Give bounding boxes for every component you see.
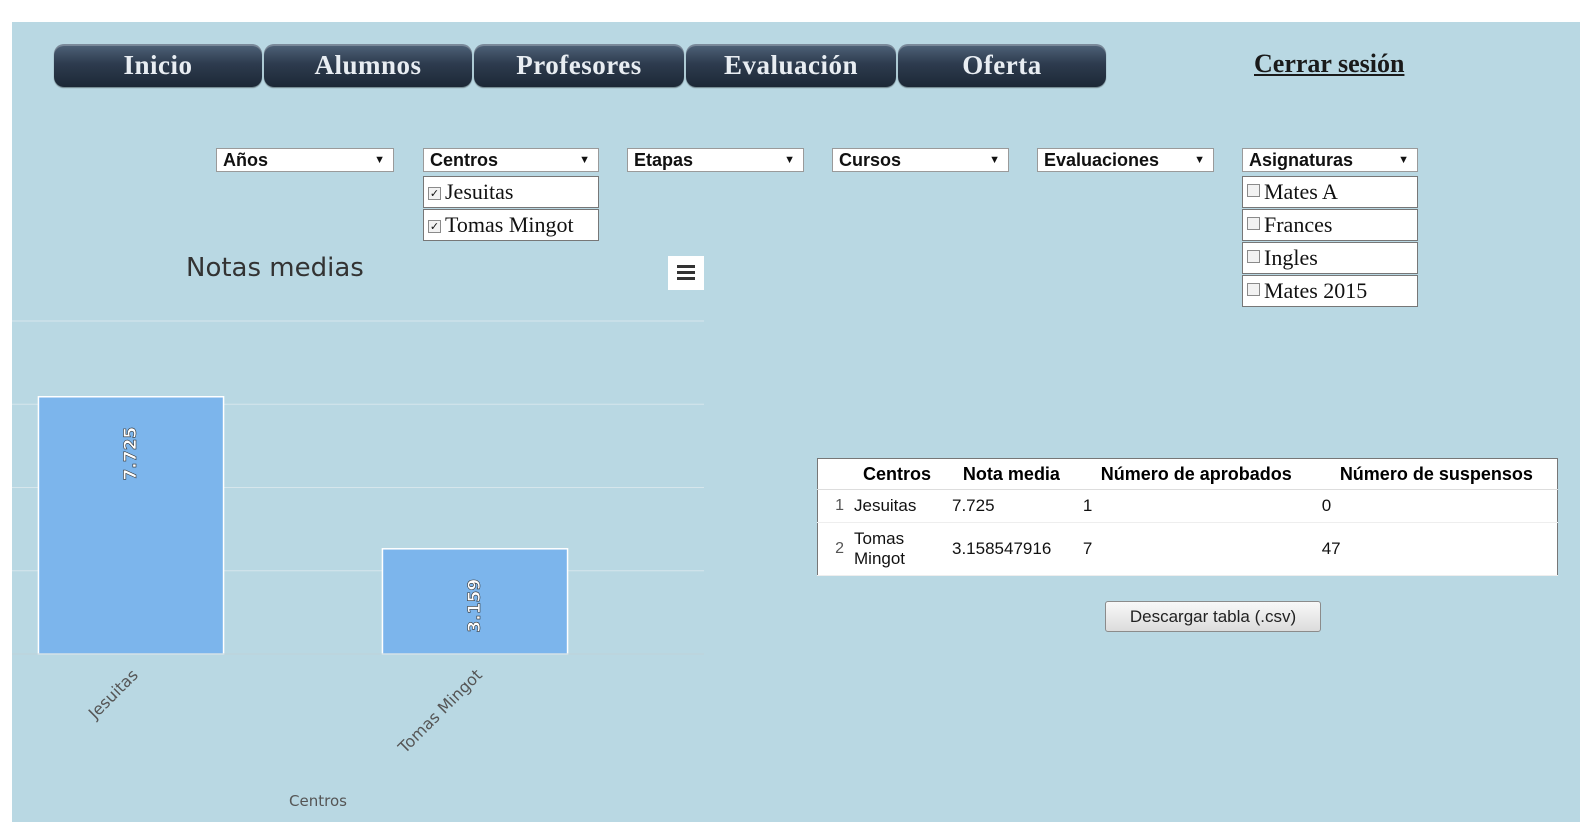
x-tick-label: Jesuitas [84,665,142,723]
checkbox-unchecked[interactable] [1247,217,1260,230]
download-csv-button[interactable]: Descargar tabla (.csv) [1105,601,1321,632]
table-header-row: Centros Nota media Número de aprobados N… [817,458,1558,490]
results-table: Centros Nota media Número de aprobados N… [817,458,1558,576]
cell-nota: 3.158547916 [946,522,1077,576]
checkbox-unchecked[interactable] [1247,283,1260,296]
asignaturas-select-label: Asignaturas [1249,150,1354,170]
evaluaciones-select[interactable]: Evaluaciones ▼ [1037,148,1214,172]
table-header-index [817,458,848,490]
asignaturas-option-mates-a[interactable]: Mates A [1242,176,1418,208]
option-label: Ingles [1264,245,1318,270]
bar-chart: 7.725 Jesuitas 3.159 Tomas Mingot Centros [12,320,704,810]
cursos-select-label: Cursos [839,150,902,170]
data-label: 3.159 [465,579,485,633]
cell-suspensos: 0 [1315,489,1558,523]
nav-evaluacion-label: Evaluación [723,50,859,80]
asignaturas-option-ingles[interactable]: Ingles [1242,242,1418,274]
option-label: Frances [1264,212,1333,237]
nav-oferta-label: Oferta [962,50,1042,80]
checkbox-unchecked[interactable] [1247,184,1260,197]
table-row[interactable]: 2 Tomas Mingot 3.158547916 7 47 [817,522,1558,576]
x-axis-title: Centros [289,792,347,810]
cursos-select[interactable]: Cursos ▼ [832,148,1009,172]
table-header-suspensos[interactable]: Número de suspensos [1315,458,1558,490]
row-index: 2 [817,522,848,576]
asignaturas-option-frances[interactable]: Frances [1242,209,1418,241]
cell-suspensos: 47 [1315,522,1558,576]
table-header-aprobados[interactable]: Número de aprobados [1076,458,1316,490]
cell-centro: Tomas Mingot [848,522,946,576]
dropdown-arrow-icon: ▼ [989,154,1000,166]
checkbox-unchecked[interactable] [1247,250,1260,263]
table-header-nota-media[interactable]: Nota media [946,458,1077,490]
cell-aprobados: 7 [1076,522,1316,576]
asignaturas-select[interactable]: Asignaturas ▼ [1242,148,1418,172]
option-label: Mates 2015 [1264,278,1368,303]
chart-menu-icon[interactable] [668,256,704,290]
evaluaciones-select-label: Evaluaciones [1044,150,1160,170]
dropdown-arrow-icon: ▼ [1398,154,1409,166]
x-tick-label: Tomas Mingot [394,665,486,757]
cell-aprobados: 1 [1076,489,1316,523]
dropdown-arrow-icon: ▼ [1194,154,1205,166]
cell-centro: Jesuitas [848,489,946,523]
chart-title: Notas medias [186,253,364,283]
asignaturas-option-mates-2015[interactable]: Mates 2015 [1242,275,1418,307]
table-row[interactable]: 1 Jesuitas 7.725 1 0 [817,489,1558,523]
row-index: 1 [817,489,848,523]
cell-nota: 7.725 [946,489,1077,523]
option-label: Mates A [1264,179,1338,204]
dropdown-arrow-icon: ▼ [784,154,795,166]
data-label: 7.725 [121,427,141,481]
table-header-centros[interactable]: Centros [848,458,946,490]
logout-link[interactable]: Cerrar sesión [1254,49,1404,79]
nav-oferta[interactable]: Oferta [898,44,1106,87]
